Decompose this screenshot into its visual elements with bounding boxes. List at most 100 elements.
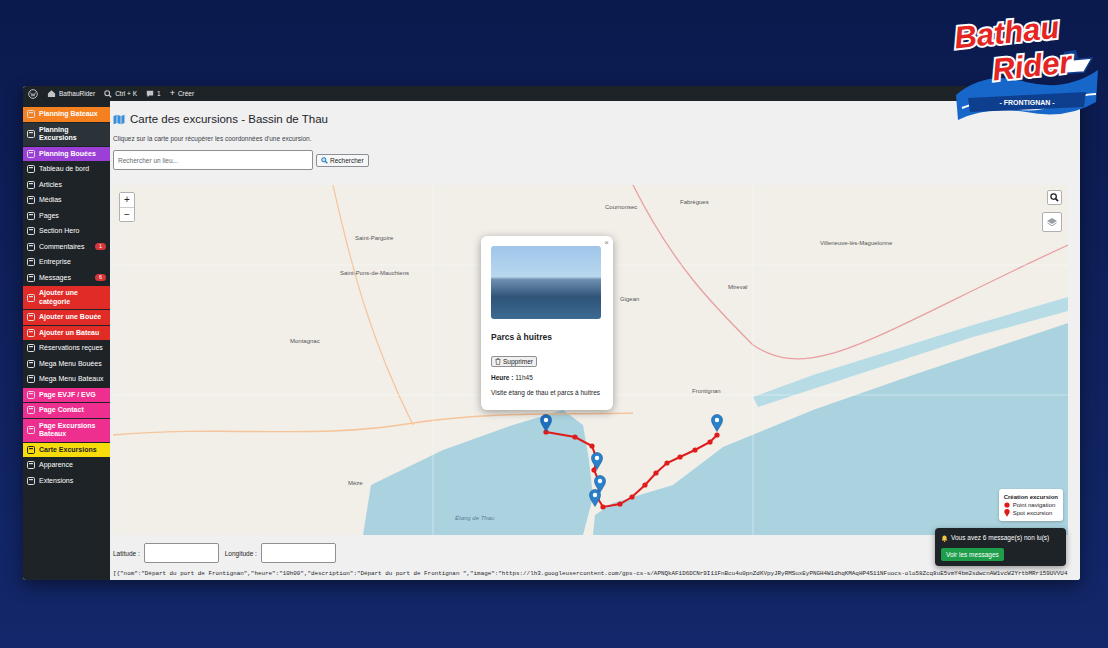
zoom-in-button[interactable]: + [120, 193, 134, 207]
sidebar-item[interactable]: Commentaires1 [23, 240, 110, 255]
place-label: Saint-Pons-de-Mauchiens [340, 270, 409, 277]
route-point[interactable] [591, 467, 596, 472]
place-label: Saint-Pargoire [355, 235, 393, 242]
sidebar-item[interactable]: Planning Bateaux [23, 107, 110, 122]
route-point[interactable] [642, 482, 647, 487]
place-label: Mèze [348, 480, 363, 487]
spot-description: Visite étang de thau et parcs à huitres [491, 389, 603, 397]
search-button[interactable]: Rechercher [316, 154, 369, 167]
menu-icon [27, 426, 35, 434]
menu-icon [27, 150, 35, 158]
sidebar-item[interactable]: Planning Excursions [23, 123, 110, 146]
page-hint: Cliquez sur la carte pour récupérer les … [113, 134, 1068, 143]
sidebar-item[interactable]: Mega Menu Bateaux [23, 372, 110, 387]
wordpress-logo-icon[interactable] [28, 89, 38, 99]
count-badge: 1 [95, 243, 106, 250]
sidebar-item[interactable]: Réservations reçues [23, 341, 110, 356]
route-point[interactable] [589, 443, 594, 448]
sidebar-item[interactable]: Extensions [23, 474, 110, 489]
spot-pin-icon[interactable] [540, 414, 552, 432]
route-point[interactable] [664, 460, 669, 465]
sidebar-item[interactable]: Entreprise [23, 255, 110, 270]
layers-button[interactable] [1042, 212, 1062, 232]
menu-icon [27, 181, 35, 189]
place-label: Montagnac [290, 338, 320, 345]
route-point[interactable] [714, 432, 719, 437]
sidebar-item[interactable]: Articles [23, 178, 110, 193]
menu-icon [27, 391, 35, 399]
map-legend: Création excursionPoint navigationSpot e… [999, 489, 1063, 521]
svg-text:- FRONTIGNAN -: - FRONTIGNAN - [999, 99, 1055, 106]
route-point[interactable] [692, 447, 697, 452]
spot-pin-icon[interactable] [591, 452, 603, 470]
sidebar-item[interactable]: Planning Bouées [23, 147, 110, 162]
sidebar-item[interactable]: Section Hero [23, 224, 110, 239]
place-search-input[interactable] [113, 150, 313, 170]
route-point[interactable] [653, 470, 658, 475]
delete-button[interactable]: Supprimer [491, 356, 537, 367]
sidebar-item[interactable]: Page Excursions Bateaux [23, 419, 110, 442]
view-messages-button[interactable]: Voir les messages [941, 548, 1004, 561]
pin-icon [1004, 509, 1010, 517]
sidebar-item[interactable]: Page EVJF / EVG [23, 388, 110, 403]
sidebar-item[interactable]: Médias [23, 193, 110, 208]
menu-icon [27, 294, 35, 302]
sidebar-item[interactable]: Apparence [23, 458, 110, 473]
route-point[interactable] [600, 504, 605, 509]
menu-icon [27, 110, 35, 118]
admin-search[interactable]: Ctrl + K [104, 90, 137, 98]
place-label: Frontignan [692, 388, 721, 395]
close-button[interactable]: × [604, 238, 609, 247]
browser-screenshot: BathauRider Ctrl + K 1 +Créer Planning Batea… [23, 86, 1080, 580]
bathau-rider-logo[interactable]: - FRONTIGNAN -BathauRider [946, 0, 1106, 132]
layers-icon [1046, 217, 1058, 228]
menu-icon [27, 461, 35, 469]
spot-pin-icon[interactable] [711, 414, 723, 432]
place-label: Mireval [728, 284, 747, 291]
sidebar-item[interactable]: Tableau de bord [23, 162, 110, 177]
route-point[interactable] [617, 501, 622, 506]
excursion-map[interactable]: FabrèguesCournonsecVilleneuve-lès-Maguel… [113, 185, 1068, 535]
spot-pin-icon[interactable] [589, 489, 601, 507]
menu-icon [27, 446, 35, 454]
route-point[interactable] [707, 439, 712, 444]
zoom-out-button[interactable]: − [120, 207, 134, 221]
count-badge: 6 [95, 274, 106, 281]
spot-title: Parcs à huitres [491, 332, 603, 342]
legend-item: Point navigation [1004, 501, 1058, 509]
menu-icon [27, 165, 35, 173]
menu-icon [27, 212, 35, 220]
sidebar-item[interactable]: Pages [23, 209, 110, 224]
latitude-input[interactable] [144, 543, 219, 563]
sidebar-item[interactable]: Carte Excursions [23, 443, 110, 458]
sidebar-item[interactable]: Ajouter une catégorie [23, 286, 110, 309]
place-label: Villeneuve-lès-Maguelonne [820, 240, 892, 247]
excursion-json[interactable]: [{"nom":"Départ du port de Frontignan","… [113, 569, 1068, 579]
menu-icon [27, 227, 35, 235]
map-search-button[interactable] [1047, 190, 1062, 205]
longitude-input[interactable] [261, 543, 336, 563]
magnifier-icon [1050, 193, 1059, 202]
sidebar-item[interactable]: Ajouter un Bateau [23, 326, 110, 341]
sidebar-item[interactable]: Messages6 [23, 271, 110, 286]
route-point[interactable] [677, 454, 682, 459]
route-point[interactable] [629, 494, 634, 499]
search-icon [321, 157, 328, 164]
bell-icon [941, 535, 948, 542]
comments-link[interactable]: 1 [146, 90, 161, 98]
menu-icon [27, 258, 35, 266]
sidebar-item[interactable]: Page Contact [23, 403, 110, 418]
page-title: Carte des excursions - Bassin de Thau [113, 110, 1068, 128]
new-content-link[interactable]: +Créer [170, 89, 195, 98]
place-search: Rechercher [113, 150, 1068, 170]
menu-icon [27, 406, 35, 414]
place-label: Gigean [620, 296, 639, 303]
site-link[interactable]: BathauRider [47, 89, 95, 98]
route-point[interactable] [572, 434, 577, 439]
zoom-control: +− [119, 192, 135, 222]
legend-item: Spot excursion [1004, 509, 1058, 517]
sidebar-item[interactable]: Mega Menu Bouées [23, 357, 110, 372]
menu-icon [27, 329, 35, 337]
sidebar-item[interactable]: Ajouter une Bouée [23, 310, 110, 325]
trash-icon [495, 358, 501, 365]
